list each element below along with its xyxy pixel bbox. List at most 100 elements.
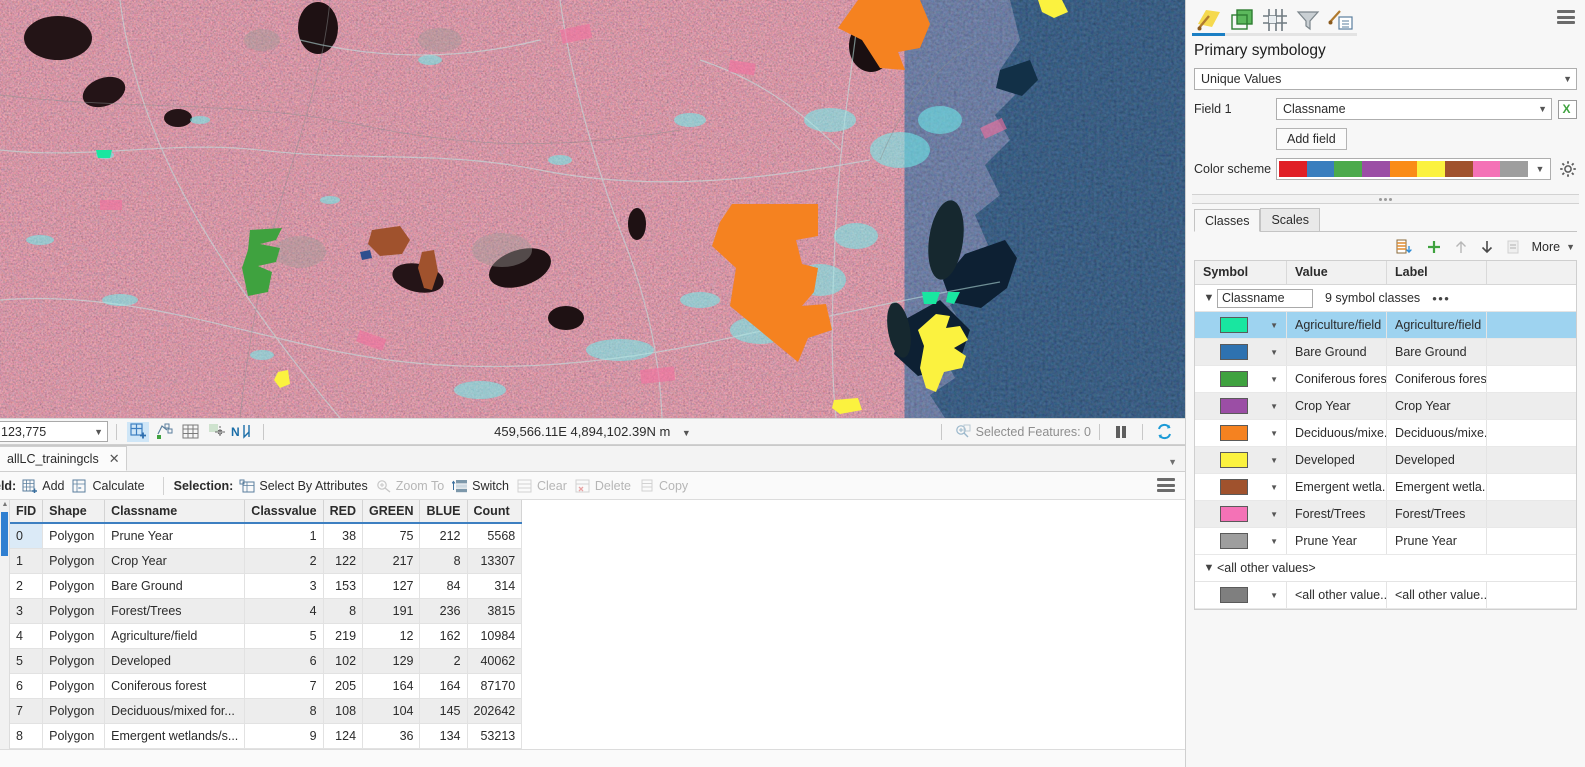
cell-fid[interactable]: 5 [10, 648, 44, 674]
attribute-table-tab[interactable]: allLC_trainingcls ✕ [0, 446, 127, 471]
all-other-values-group[interactable]: ▼ <all other values> [1195, 555, 1576, 582]
cell-red[interactable]: 219 [323, 623, 364, 649]
cell-fid[interactable]: 7 [10, 698, 44, 724]
chevron-down-icon[interactable]: ▼ [1270, 375, 1278, 384]
symbology-brush-icon[interactable] [1192, 3, 1225, 37]
cell-count[interactable]: 3815 [467, 598, 523, 624]
group-more-icon[interactable]: ••• [1432, 291, 1450, 306]
vector-layer-icon[interactable] [1225, 3, 1258, 37]
cell-green[interactable]: 36 [362, 723, 421, 749]
cell-green[interactable]: 127 [362, 573, 421, 599]
table-row[interactable]: 1 Polygon Crop Year 2 122 217 8 13307 [10, 548, 523, 574]
add-data-icon[interactable] [127, 421, 149, 442]
column-header-classvalue[interactable]: Classvalue [244, 500, 324, 524]
cell-shape[interactable]: Polygon [42, 698, 106, 724]
cell-classvalue[interactable]: 2 [244, 548, 324, 574]
symbol-class-row[interactable]: ▼ Coniferous forest Coniferous forest [1195, 366, 1576, 393]
color-scheme-combo[interactable]: ▼ [1276, 158, 1551, 180]
cell-count[interactable]: 5568 [467, 523, 523, 549]
cell-shape[interactable]: Polygon [42, 723, 106, 749]
attribute-table[interactable]: FID Shape Classname Classvalue RED GREEN BLUE C… [10, 500, 523, 749]
column-header-green[interactable]: GREEN [362, 500, 421, 524]
cell-green[interactable]: 129 [362, 648, 421, 674]
cell-classvalue[interactable]: 9 [244, 723, 324, 749]
scroll-up-icon[interactable]: ▲ [1, 501, 9, 508]
explore-icon[interactable] [205, 422, 227, 442]
cell-fid[interactable]: 3 [10, 598, 44, 624]
chevron-down-icon[interactable]: ▼ [1566, 242, 1575, 252]
switch-selection-button[interactable]: Switch [451, 479, 509, 493]
chevron-down-icon[interactable]: ▼ [1270, 321, 1278, 330]
cell-classname[interactable]: Emergent wetlands/s... [104, 723, 246, 749]
table-row[interactable]: 7 Polygon Deciduous/mixed for... 8 108 104 145… [10, 698, 523, 724]
select-features-icon[interactable] [153, 422, 175, 442]
symbol-class-row[interactable]: ▼ Developed Developed [1195, 447, 1576, 474]
refresh-icon[interactable] [1153, 422, 1175, 442]
cell-classname[interactable]: Deciduous/mixed for... [104, 698, 246, 724]
cell-fid[interactable]: 1 [10, 548, 44, 574]
cell-classname[interactable]: Developed [104, 648, 246, 674]
cell-green[interactable]: 191 [362, 598, 421, 624]
symbol-cell[interactable]: ▼ [1195, 420, 1287, 446]
expression-x-icon[interactable]: X [1558, 99, 1577, 119]
cell-green[interactable]: 104 [362, 698, 421, 724]
cell-count[interactable]: 87170 [467, 673, 523, 699]
map-scale-combo[interactable]: 123,775 ▼ [0, 421, 108, 442]
cell-classname[interactable]: Forest/Trees [104, 598, 246, 624]
cell-shape[interactable]: Polygon [42, 523, 106, 549]
cell-red[interactable]: 8 [323, 598, 364, 624]
cell-red[interactable]: 122 [323, 548, 364, 574]
field1-combo[interactable]: Classname ▼ [1276, 98, 1552, 120]
chevron-down-icon[interactable]: ▼ [1532, 164, 1548, 174]
symbol-cell[interactable]: ▼ [1195, 312, 1287, 338]
column-header-fid[interactable]: FID [10, 500, 44, 524]
chevron-down-icon[interactable]: ▼ [1270, 456, 1278, 465]
cell-classname[interactable]: Coniferous forest [104, 673, 246, 699]
cell-red[interactable]: 124 [323, 723, 364, 749]
cell-green[interactable]: 217 [362, 548, 421, 574]
table-options-menu-icon[interactable] [1157, 478, 1175, 492]
symbol-swatch[interactable] [1220, 425, 1248, 441]
group-field-name[interactable]: Classname [1217, 288, 1313, 308]
pause-drawing-icon[interactable] [1110, 422, 1132, 442]
symbol-swatch[interactable] [1220, 398, 1248, 414]
symbol-cell[interactable]: ▼ [1195, 501, 1287, 527]
table-row[interactable]: 2 Polygon Bare Ground 3 153 127 84 314 [10, 573, 523, 599]
tab-scales[interactable]: Scales [1260, 208, 1320, 231]
cell-classvalue[interactable]: 3 [244, 573, 324, 599]
symbol-class-row[interactable]: ▼ Forest/Trees Forest/Trees [1195, 501, 1576, 528]
raster-grid-icon[interactable] [1258, 3, 1291, 37]
close-icon[interactable]: ✕ [109, 451, 120, 467]
cell-classvalue[interactable]: 6 [244, 648, 324, 674]
symbol-cell[interactable]: ▼ [1195, 582, 1287, 608]
symbol-cell[interactable]: ▼ [1195, 366, 1287, 392]
cell-classvalue[interactable]: 8 [244, 698, 324, 724]
cell-classname[interactable]: Bare Ground [104, 573, 246, 599]
chevron-down-icon[interactable]: ▼ [1270, 591, 1278, 600]
column-header-count[interactable]: Count [467, 500, 523, 524]
cell-shape[interactable]: Polygon [42, 648, 106, 674]
scrollbar-thumb[interactable] [1, 512, 8, 556]
add-field-button[interactable]: Add [22, 479, 64, 493]
table-row[interactable]: 3 Polygon Forest/Trees 4 8 191 236 3815 [10, 598, 523, 624]
cell-green[interactable]: 75 [362, 523, 421, 549]
cell-classname[interactable]: Prune Year [104, 523, 246, 549]
cell-classvalue[interactable]: 7 [244, 673, 324, 699]
chevron-down-icon[interactable]: ▼ [1563, 74, 1572, 84]
cell-count[interactable]: 314 [467, 573, 523, 599]
chevron-down-icon[interactable]: ▼ [1270, 510, 1278, 519]
cell-classvalue[interactable]: 4 [244, 598, 324, 624]
chevron-down-icon[interactable]: ▼ [1538, 104, 1547, 114]
cell-red[interactable]: 153 [323, 573, 364, 599]
symbol-class-row[interactable]: ▼ Emergent wetla... Emergent wetla... [1195, 474, 1576, 501]
gear-icon[interactable] [1559, 160, 1577, 178]
symbol-class-row[interactable]: ▼ Prune Year Prune Year [1195, 528, 1576, 555]
symbol-swatch[interactable] [1220, 317, 1248, 333]
table-row[interactable]: 5 Polygon Developed 6 102 129 2 40062 [10, 648, 523, 674]
cell-count[interactable]: 10984 [467, 623, 523, 649]
symbol-cell[interactable]: ▼ [1195, 339, 1287, 365]
panel-splitter[interactable] [1192, 194, 1579, 204]
symbol-swatch[interactable] [1220, 479, 1248, 495]
panel-menu-icon[interactable] [1557, 10, 1575, 24]
calculate-field-button[interactable]: = Calculate [72, 479, 145, 493]
